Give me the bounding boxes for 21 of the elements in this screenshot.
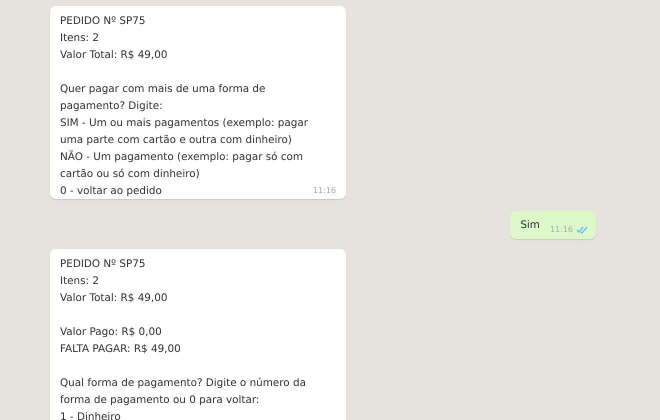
- message-text: Valor Pago: R$ 0,00: [60, 325, 162, 340]
- message-text: SIM - Um ou mais pagamentos (exemplo: pagar: [60, 116, 308, 131]
- message-text: PEDIDO Nº SP75: [60, 257, 146, 272]
- message-text: Qual forma de pagamento? Digite o número da: [60, 376, 306, 391]
- message-text: cartão ou só com dinheiro): [60, 167, 200, 182]
- message-time: 11:16: [312, 186, 336, 195]
- message-text: 1 - Dinheiro: [60, 410, 121, 420]
- message-text: PEDIDO Nº SP75: [60, 14, 146, 29]
- message-text: 0 - voltar ao pedido: [60, 184, 162, 199]
- message-text: Itens: 2: [60, 274, 99, 289]
- message-text: Quer pagar com mais de uma forma de: [60, 82, 266, 97]
- message-text: pagamento? Digite:: [60, 99, 163, 114]
- message-text: FALTA PAGAR: R$ 49,00: [60, 342, 181, 357]
- message-text: uma parte com cartão e outra com dinheiro): [60, 133, 292, 148]
- message-text: Sim: [520, 218, 540, 233]
- message-text: NÃO - Um pagamento (exemplo: pagar só com: [60, 149, 304, 165]
- message-text: Valor Total: R$ 49,00: [60, 291, 168, 306]
- message-text: forma de pagamento ou 0 para voltar:: [60, 393, 260, 408]
- message-time: 11:16: [550, 225, 573, 234]
- message-text: Itens: 2: [60, 31, 99, 46]
- message-text: Valor Total: R$ 49,00: [60, 48, 168, 63]
